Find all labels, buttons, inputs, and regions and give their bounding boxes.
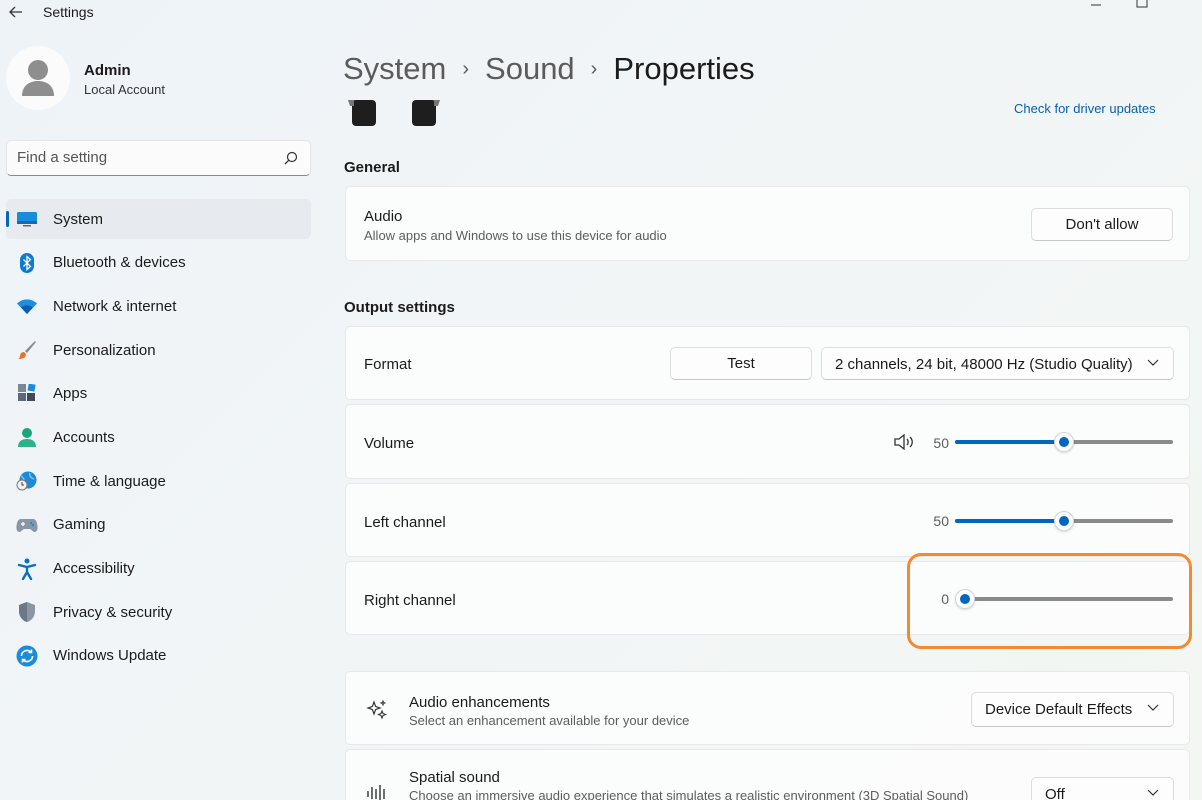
speaker-icon[interactable] <box>894 434 916 450</box>
sidebar-item-time-language[interactable]: Time & language <box>6 461 311 501</box>
left-channel-slider[interactable] <box>955 511 1173 531</box>
wifi-icon <box>16 296 38 316</box>
format-dropdown-value: 2 channels, 24 bit, 48000 Hz (Studio Qua… <box>835 356 1133 373</box>
sidebar-item-gaming[interactable]: Gaming <box>6 505 311 545</box>
page-title: Properties <box>613 51 755 86</box>
chevron-down-icon <box>1147 359 1159 366</box>
sidebar-item-label: Privacy & security <box>53 603 173 621</box>
audio-enhancements-subtitle: Select an enhancement available for your… <box>409 713 690 728</box>
audio-enhancements-card: Audio enhancements Select an enhancement… <box>345 671 1190 745</box>
spatial-sound-dropdown[interactable]: Off <box>1031 777 1174 800</box>
title-bar: Settings <box>0 0 1202 26</box>
sidebar-item-system[interactable]: System <box>6 199 311 239</box>
accounts-icon <box>16 427 38 448</box>
audio-subtitle: Allow apps and Windows to use this devic… <box>364 228 667 243</box>
check-driver-updates-link[interactable]: Check for driver updates <box>1014 101 1156 116</box>
breadcrumb-system[interactable]: System <box>343 51 446 87</box>
volume-slider-fill <box>955 440 1064 444</box>
globe-clock-icon <box>16 471 38 491</box>
app-title: Settings <box>43 4 94 20</box>
search-input[interactable] <box>17 149 267 166</box>
volume-slider-thumb[interactable] <box>1054 432 1074 452</box>
right-channel-title: Right channel <box>364 592 456 609</box>
spatial-sound-dropdown-value: Off <box>1045 786 1065 800</box>
search-box <box>6 140 311 176</box>
breadcrumb: System › Sound › Properties <box>343 47 755 91</box>
test-button[interactable]: Test <box>670 347 812 380</box>
apps-icon <box>16 383 38 404</box>
sidebar-item-label: Accessibility <box>53 560 135 577</box>
sidebar-item-label: Windows Update <box>53 647 167 665</box>
spatial-sound-card: Spatial sound Choose an immersive audio … <box>345 749 1190 800</box>
audio-title: Audio <box>364 208 403 225</box>
chevron-down-icon <box>1147 704 1159 711</box>
maximize-icon <box>1136 0 1148 8</box>
gamepad-icon <box>16 515 38 535</box>
spatial-sound-title: Spatial sound <box>409 769 500 786</box>
avatar <box>6 46 70 110</box>
user-name: Admin <box>84 62 131 79</box>
volume-card: Volume 50 <box>345 404 1190 479</box>
left-channel-title: Left channel <box>364 514 446 531</box>
section-general-title: General <box>344 159 400 176</box>
system-icon <box>16 209 38 229</box>
audio-enhancements-dropdown-value: Device Default Effects <box>985 701 1133 718</box>
minimize-button[interactable] <box>1086 0 1106 10</box>
audio-enhancements-title: Audio enhancements <box>409 694 550 711</box>
user-avatar-icon <box>22 60 54 96</box>
sidebar-item-label: Personalization <box>53 341 156 359</box>
sidebar-item-windows-update[interactable]: Windows Update <box>6 636 311 676</box>
sidebar-item-bluetooth[interactable]: Bluetooth & devices <box>6 243 311 283</box>
user-profile[interactable]: Admin Local Account <box>6 46 306 112</box>
search-icon[interactable] <box>284 151 298 165</box>
volume-value: 50 <box>933 435 949 451</box>
sidebar-item-personalization[interactable]: Personalization <box>6 330 311 370</box>
volume-title: Volume <box>364 435 415 452</box>
highlight-annotation <box>907 553 1192 649</box>
sidebar-item-privacy-security[interactable]: Privacy & security <box>6 592 311 632</box>
sidebar-item-accounts[interactable]: Accounts <box>6 417 311 457</box>
volume-slider[interactable] <box>955 432 1173 452</box>
format-title: Format <box>364 356 412 373</box>
audio-enhancements-dropdown[interactable]: Device Default Effects <box>971 692 1174 727</box>
breadcrumb-sound[interactable]: Sound <box>485 51 575 87</box>
chevron-right-icon: › <box>590 57 598 80</box>
left-channel-slider-fill <box>955 519 1064 523</box>
sidebar-item-label: Apps <box>53 385 88 403</box>
chevron-down-icon <box>1147 789 1159 796</box>
soundwave-icon <box>367 785 385 800</box>
shield-icon <box>16 602 38 623</box>
sidebar-item-label: System <box>53 210 104 228</box>
arrow-left-icon <box>9 6 22 18</box>
sidebar-item-label: Bluetooth & devices <box>53 254 186 272</box>
sidebar-item-accessibility[interactable]: Accessibility <box>6 549 311 589</box>
accessibility-icon <box>16 558 38 580</box>
left-channel-card: Left channel 50 <box>345 483 1190 557</box>
sparkle-icon <box>366 699 387 720</box>
back-button[interactable] <box>6 2 26 22</box>
format-dropdown[interactable]: 2 channels, 24 bit, 48000 Hz (Studio Qua… <box>821 347 1174 380</box>
sidebar-item-label: Network & internet <box>53 297 177 315</box>
chevron-right-icon: › <box>462 57 470 80</box>
account-type: Local Account <box>84 82 165 97</box>
earbuds-icon <box>348 100 440 126</box>
format-card: Format Test 2 channels, 24 bit, 48000 Hz… <box>345 326 1190 400</box>
spatial-sound-subtitle: Choose an immersive audio experience tha… <box>409 788 969 800</box>
dont-allow-button[interactable]: Don't allow <box>1031 208 1173 241</box>
audio-card: Audio Allow apps and Windows to use this… <box>345 186 1190 261</box>
sidebar-item-label: Time & language <box>53 472 166 490</box>
sidebar-item-label: Gaming <box>53 516 106 534</box>
update-icon <box>16 645 38 667</box>
left-channel-slider-thumb[interactable] <box>1054 511 1074 531</box>
sidebar-item-network[interactable]: Network & internet <box>6 286 311 326</box>
maximize-button[interactable] <box>1132 0 1152 10</box>
minimize-icon <box>1091 4 1101 6</box>
bluetooth-icon <box>16 252 38 273</box>
sidebar-item-apps[interactable]: Apps <box>6 374 311 414</box>
section-output-title: Output settings <box>344 299 455 316</box>
sidebar-item-label: Accounts <box>53 428 115 446</box>
sidebar-nav: System Bluetooth & devices Network & int… <box>6 199 311 680</box>
paintbrush-icon <box>16 340 38 360</box>
left-channel-value: 50 <box>933 513 949 529</box>
